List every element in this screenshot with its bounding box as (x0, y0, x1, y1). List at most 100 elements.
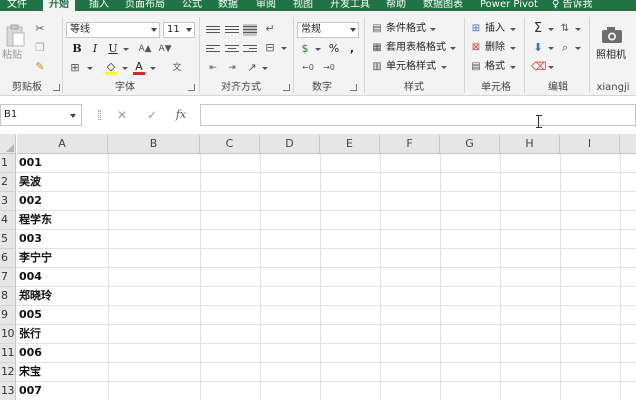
chevron-down-icon[interactable] (510, 47, 516, 50)
chevron-down-icon[interactable] (315, 48, 321, 51)
chevron-down-icon[interactable] (262, 67, 268, 70)
row-header[interactable]: 13 (0, 382, 16, 400)
phonetic-guide-icon[interactable]: 文 (170, 61, 184, 75)
tab-page-layout[interactable]: 页面布局 (125, 0, 165, 11)
row-header[interactable]: 9 (0, 306, 16, 325)
chevron-down-icon[interactable] (548, 47, 554, 50)
column-header-i[interactable]: I (560, 134, 620, 154)
delete-cells-icon[interactable]: ⊠ (469, 41, 483, 55)
chevron-down-icon[interactable] (510, 28, 516, 31)
row-header[interactable]: 7 (0, 268, 16, 287)
tab-home[interactable]: 开始 (43, 0, 75, 11)
tab-power-pivot[interactable]: Power Pivot (480, 0, 538, 11)
sort-filter-icon[interactable]: ⇅ (558, 22, 572, 36)
font-color-button[interactable]: A (132, 61, 146, 75)
chevron-down-icon[interactable] (87, 67, 93, 70)
chevron-down-icon[interactable] (450, 47, 456, 50)
chevron-down-icon[interactable] (575, 28, 581, 31)
cancel-entry-button[interactable]: ✕ (114, 107, 130, 123)
chevron-down-icon[interactable] (548, 66, 554, 69)
enter-entry-button[interactable]: ✓ (144, 107, 160, 123)
shrink-font-icon[interactable]: A▼ (158, 42, 172, 56)
cell-a13[interactable]: 007 (19, 382, 42, 400)
format-painter-icon[interactable]: ✎ (33, 60, 47, 74)
fill-icon[interactable]: ⬇ (531, 41, 545, 55)
conditional-format-icon[interactable]: ▤ (370, 22, 384, 36)
row-header[interactable]: 1 (0, 154, 16, 173)
formula-input[interactable] (200, 104, 636, 126)
row-header[interactable]: 10 (0, 325, 16, 344)
cell-styles-icon[interactable]: ▥ (370, 60, 384, 74)
decrease-decimal-icon[interactable]: →0 (322, 61, 336, 75)
borders-icon[interactable]: ⊞ (68, 61, 82, 75)
tab-data-charts[interactable]: 数据图表 (423, 0, 463, 11)
clipboard-launcher-icon[interactable] (53, 84, 60, 91)
chevron-down-icon[interactable] (510, 66, 516, 69)
alignment-launcher-icon[interactable] (283, 84, 290, 91)
italic-button[interactable]: I (88, 42, 102, 56)
chevron-down-icon[interactable] (430, 28, 436, 31)
tab-formulas[interactable]: 公式 (182, 0, 202, 11)
font-name-select[interactable]: 等线 (66, 22, 160, 38)
cell-a12[interactable]: 宋宝 (19, 363, 41, 381)
paste-button[interactable]: 粘贴 (2, 24, 28, 70)
cell-a7[interactable]: 004 (19, 268, 42, 286)
underline-button[interactable]: U (106, 42, 120, 56)
formula-bar-grip-icon[interactable] (98, 110, 101, 120)
tell-me-search[interactable]: ♀ 告诉我 (552, 0, 593, 11)
font-launcher-icon[interactable] (188, 84, 195, 91)
number-format-select[interactable]: 常规 (297, 22, 359, 38)
conditional-format-button[interactable]: 条件格式 (386, 22, 426, 36)
worksheet[interactable]: A B C D E F G H I 1 2 3 4 5 6 7 8 9 10 1… (0, 134, 636, 400)
column-header-g[interactable]: G (440, 134, 500, 154)
cell-a8[interactable]: 郑晓玲 (19, 287, 52, 305)
row-header[interactable]: 3 (0, 192, 16, 211)
tab-data[interactable]: 数据 (218, 0, 238, 11)
align-top-icon[interactable] (206, 24, 220, 36)
insert-cells-button[interactable]: 插入 (485, 22, 505, 36)
chevron-down-icon[interactable] (548, 28, 554, 31)
accounting-format-icon[interactable]: $ (298, 42, 312, 56)
row-header[interactable]: 12 (0, 363, 16, 382)
chevron-down-icon[interactable] (281, 47, 287, 50)
align-left-icon[interactable] (206, 43, 220, 55)
tab-view[interactable]: 视图 (293, 0, 313, 11)
row-header[interactable]: 4 (0, 211, 16, 230)
chevron-down-icon[interactable] (150, 67, 156, 70)
format-cells-button[interactable]: 格式 (485, 60, 505, 74)
chevron-down-icon[interactable] (123, 48, 129, 51)
bold-button[interactable]: B (70, 42, 84, 56)
comma-style-button[interactable]: , (345, 42, 359, 56)
orientation-icon[interactable]: ↗ (245, 61, 259, 75)
column-header-a[interactable]: A (17, 134, 108, 154)
column-header-d[interactable]: D (260, 134, 320, 154)
format-cells-icon[interactable]: ▤ (469, 60, 483, 74)
format-as-table-button[interactable]: 套用表格格式 (386, 41, 446, 55)
camera-button[interactable]: 照相机 (594, 24, 634, 64)
clear-icon[interactable]: ⌫ (531, 60, 547, 74)
cut-icon[interactable]: ✂ (33, 22, 47, 36)
column-header-partial[interactable] (620, 134, 636, 154)
row-header[interactable]: 2 (0, 173, 16, 192)
row-header[interactable]: 5 (0, 230, 16, 249)
cell-styles-button[interactable]: 单元格样式 (386, 60, 436, 74)
merge-center-icon[interactable]: ⊟ (263, 41, 277, 55)
column-header-h[interactable]: H (500, 134, 560, 154)
align-right-icon[interactable] (243, 43, 257, 55)
chevron-down-icon[interactable] (441, 66, 447, 69)
cell-a9[interactable]: 005 (19, 306, 42, 324)
delete-cells-button[interactable]: 删除 (485, 41, 505, 55)
grow-font-icon[interactable]: A▲ (138, 42, 152, 56)
cell-a5[interactable]: 003 (19, 230, 42, 248)
cell-a11[interactable]: 006 (19, 344, 42, 362)
column-header-e[interactable]: E (320, 134, 380, 154)
align-middle-icon[interactable] (225, 24, 239, 36)
fill-color-icon[interactable]: ◇ (104, 61, 118, 75)
decrease-indent-icon[interactable]: ⇤ (206, 61, 220, 75)
name-box[interactable]: B1 (0, 104, 82, 126)
tab-insert[interactable]: 插入 (89, 0, 109, 11)
tab-file[interactable]: 文件 (7, 0, 27, 11)
insert-cells-icon[interactable]: ⊞ (469, 22, 483, 36)
chevron-down-icon[interactable] (122, 67, 128, 70)
row-header[interactable]: 6 (0, 249, 16, 268)
